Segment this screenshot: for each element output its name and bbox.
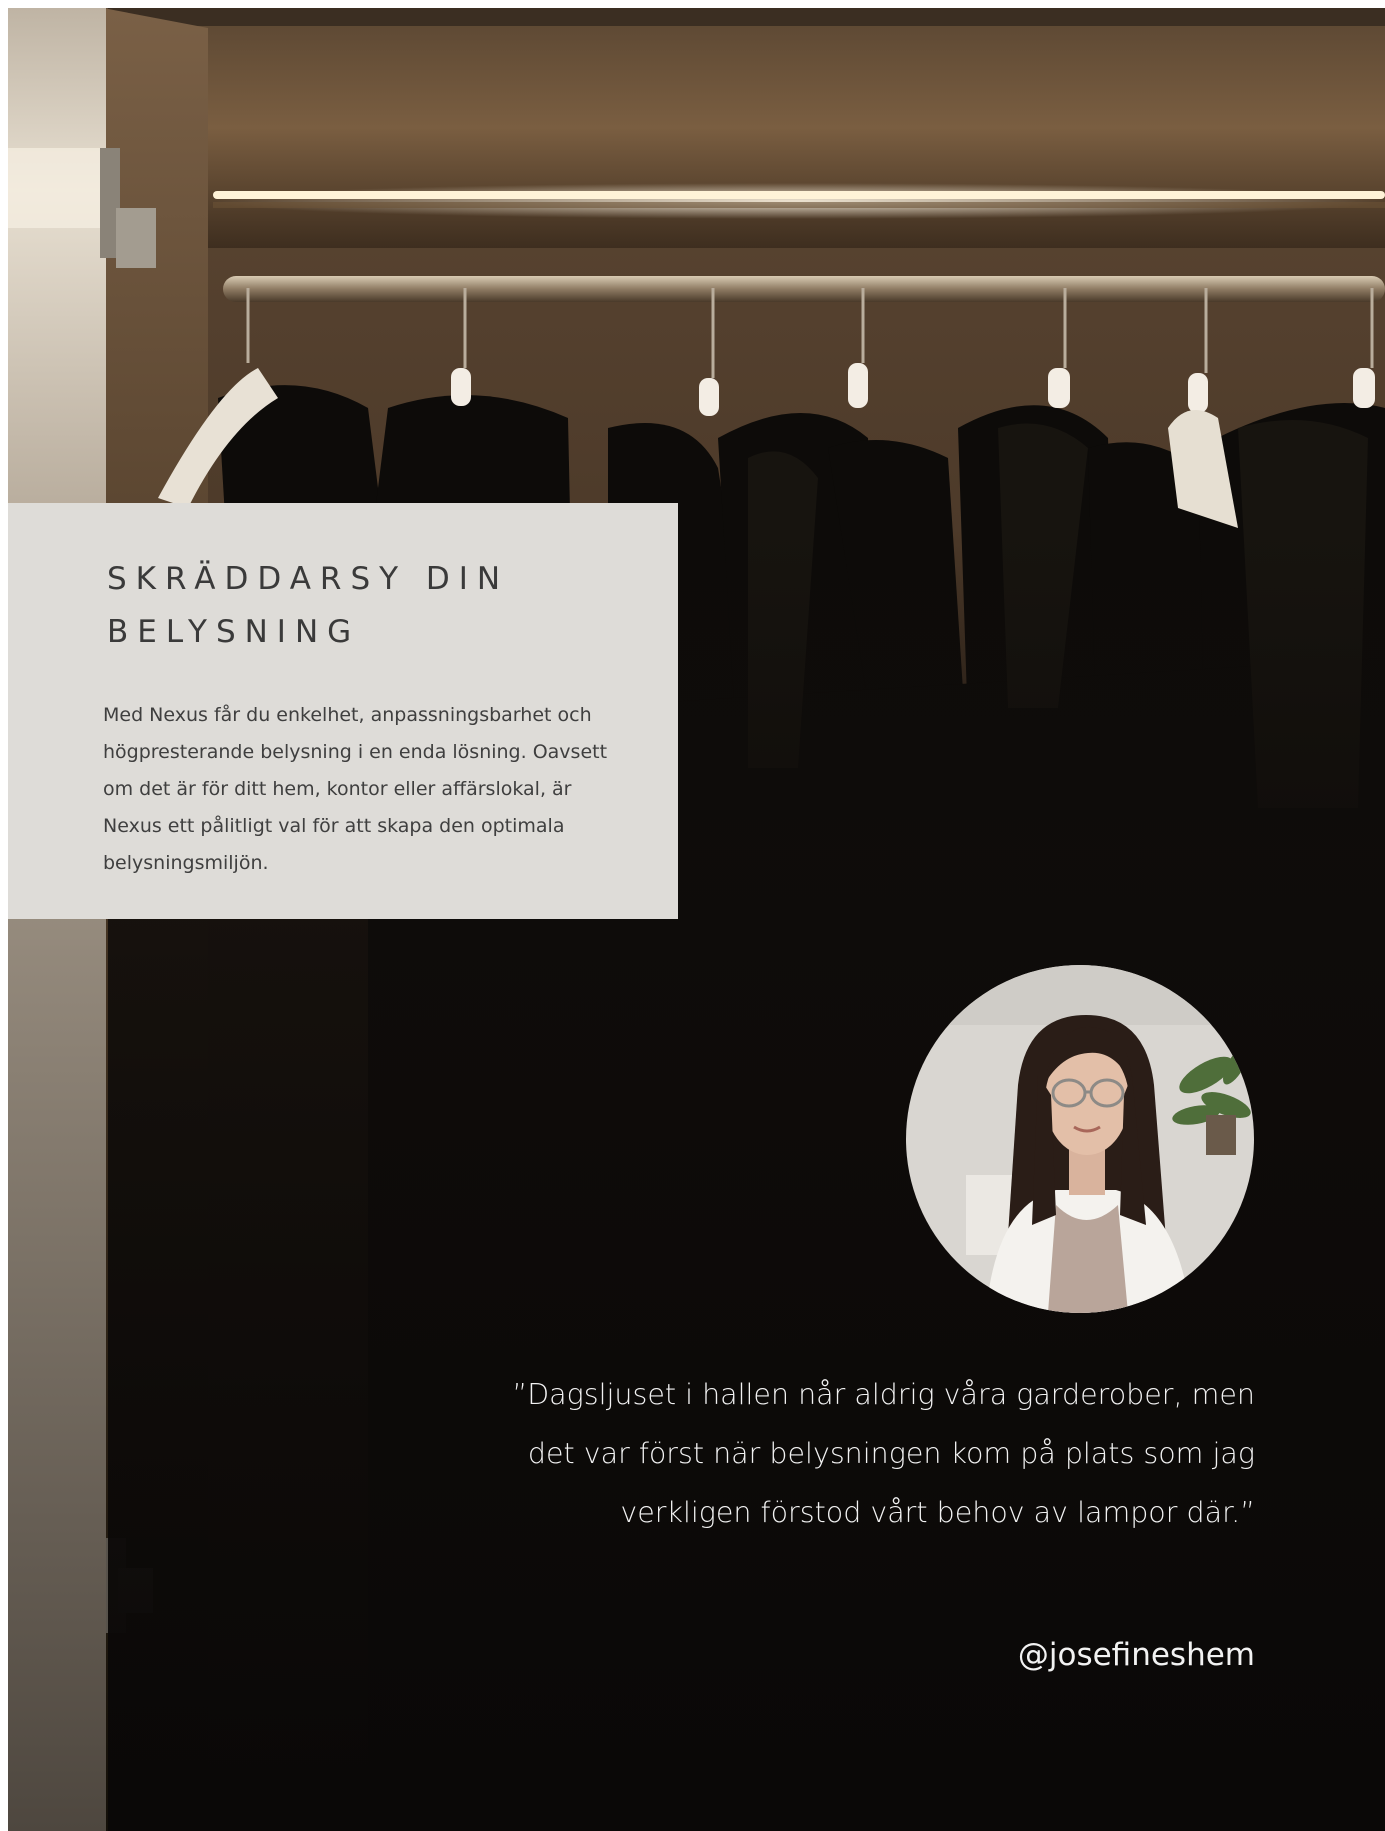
info-title: SKRÄDDARSY DIN BELYSNING bbox=[107, 561, 510, 650]
wardrobe-photo bbox=[8, 8, 1385, 1831]
portrait-photo bbox=[906, 965, 1254, 1313]
page-background bbox=[8, 8, 1385, 1831]
portrait-illustration bbox=[906, 965, 1254, 1313]
info-panel: SKRÄDDARSY DIN BELYSNING Med Nexus får d… bbox=[8, 503, 678, 919]
testimonial-handle: @josefineshem bbox=[1017, 1637, 1255, 1673]
testimonial-quote: ”Dagsljuset i hallen når aldrig våra gar… bbox=[512, 1378, 1255, 1529]
info-body: Med Nexus får du enkelhet, anpassningsba… bbox=[103, 704, 608, 874]
